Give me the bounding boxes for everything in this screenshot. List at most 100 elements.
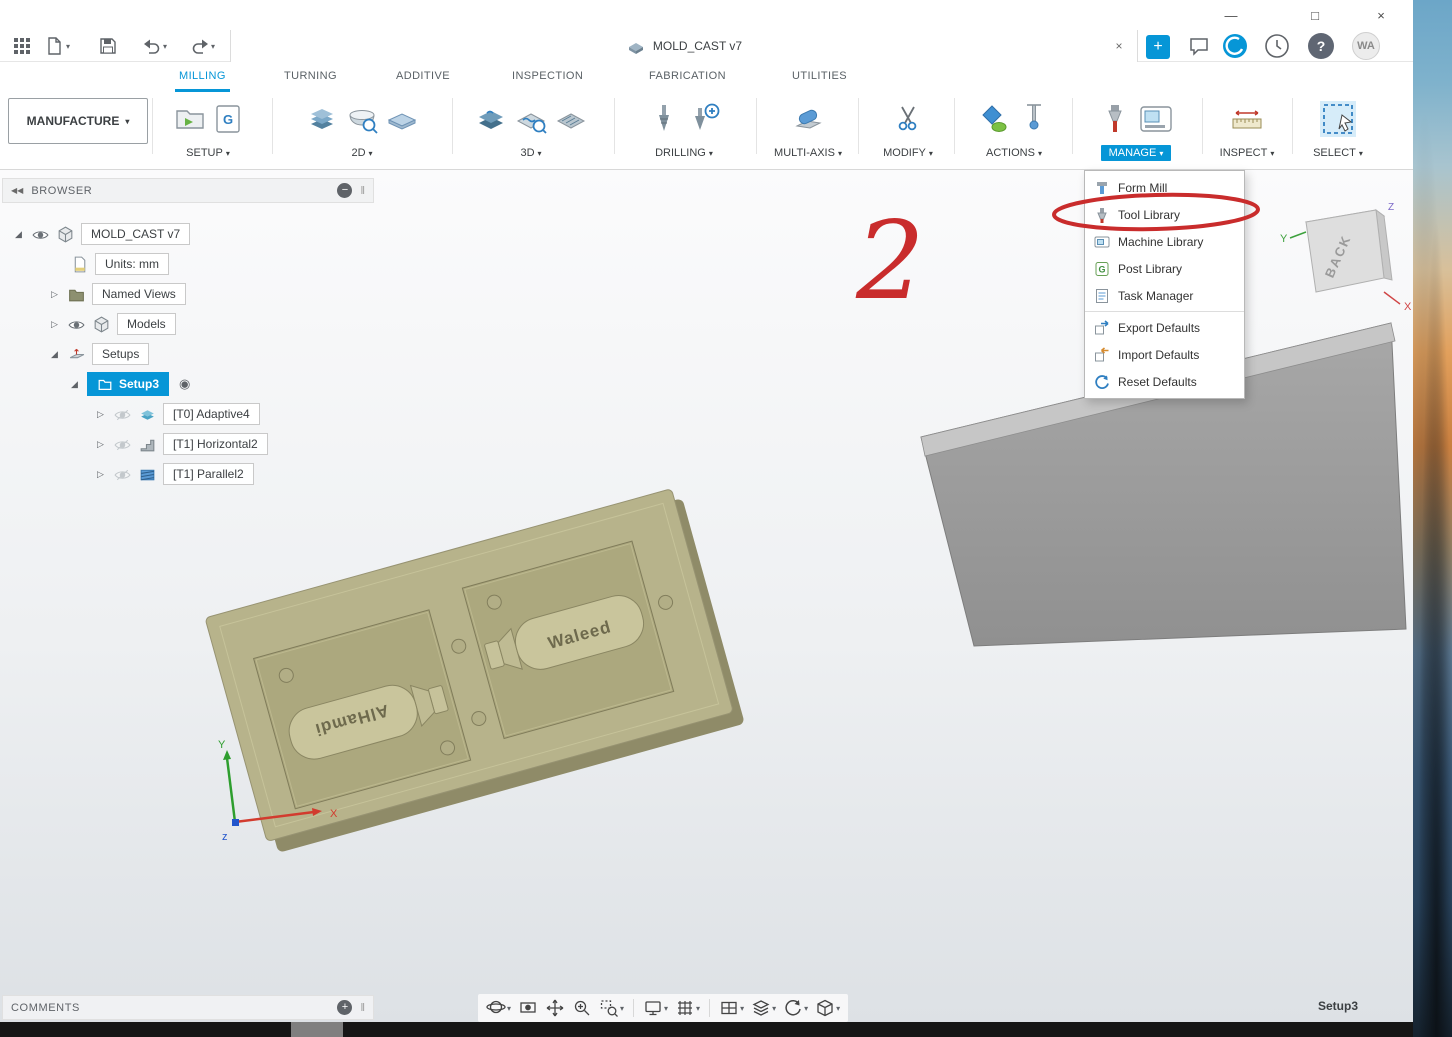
tree-item-root[interactable]: ◢ MOLD_CAST v7	[2, 219, 374, 249]
orbit-button[interactable]: ▾	[484, 997, 513, 1019]
document-tab-close-button[interactable]: ×	[1111, 38, 1127, 54]
group-label-drilling[interactable]: DRILLING ▾	[647, 145, 721, 161]
panel-drag-handle[interactable]: ‖	[360, 185, 365, 197]
drill-button[interactable]	[647, 102, 681, 136]
expander-icon[interactable]: ▷	[94, 409, 107, 420]
tab-fabrication[interactable]: FABRICATION	[645, 62, 730, 92]
tab-utilities[interactable]: UTILITIES	[788, 62, 851, 92]
tree-item-adaptive4[interactable]: ▷ [T0] Adaptive4	[2, 399, 374, 429]
measure-button[interactable]	[1230, 102, 1264, 136]
comments-button[interactable]	[1186, 33, 1212, 59]
tab-inspection[interactable]: INSPECTION	[508, 62, 587, 92]
mold-body[interactable]: Waleed AlHamdi	[205, 487, 745, 856]
file-menu-button[interactable]	[42, 34, 66, 58]
menu-item-task-manager[interactable]: Task Manager	[1085, 282, 1244, 309]
menu-item-machine-library[interactable]: Machine Library	[1085, 228, 1244, 255]
group-label-actions[interactable]: ACTIONS ▾	[978, 145, 1050, 161]
scallop-3d-button[interactable]	[554, 102, 588, 136]
zoom-button[interactable]	[570, 997, 594, 1019]
tree-item-setup3[interactable]: ◢ Setup3 ◉	[2, 369, 374, 399]
hidden-eye-icon[interactable]	[113, 465, 132, 484]
tab-additive[interactable]: ADDITIVE	[392, 62, 454, 92]
tree-item-parallel2[interactable]: ▷ [T1] Parallel2	[2, 459, 374, 489]
tool-library-button[interactable]	[1098, 102, 1132, 136]
adaptive-clearing-3d-button[interactable]	[474, 102, 508, 136]
menu-item-export-defaults[interactable]: Export Defaults	[1085, 314, 1244, 341]
viewports-button[interactable]: ▾	[717, 997, 746, 1019]
undo-button[interactable]	[140, 34, 164, 58]
zoom-window-button[interactable]: ▾	[597, 997, 626, 1019]
look-at-button[interactable]	[516, 997, 540, 1019]
workspace-selector[interactable]: MANUFACTURE ▾	[8, 98, 148, 144]
new-setup-button[interactable]	[173, 102, 207, 136]
undo-caret-icon[interactable]: ▾	[163, 42, 167, 51]
menu-item-import-defaults[interactable]: Import Defaults	[1085, 341, 1244, 368]
tree-item-horizontal2[interactable]: ▷ [T1] Horizontal2	[2, 429, 374, 459]
grid-display-button[interactable]: ▾	[673, 997, 702, 1019]
group-label-multi-axis[interactable]: MULTI-AXIS ▾	[766, 145, 850, 161]
menu-item-tool-library[interactable]: Tool Library	[1085, 201, 1244, 228]
swarf-button[interactable]	[791, 102, 825, 136]
display-settings-button[interactable]: ▾	[641, 997, 670, 1019]
comments-header[interactable]: COMMENTS + ‖	[2, 995, 374, 1020]
pocket-2d-button[interactable]	[345, 102, 379, 136]
group-label-inspect[interactable]: INSPECT ▾	[1212, 145, 1283, 161]
face-button[interactable]	[385, 102, 419, 136]
expander-icon[interactable]: ◢	[48, 349, 61, 360]
pan-button[interactable]	[543, 997, 567, 1019]
new-tab-button[interactable]: +	[1146, 35, 1170, 59]
menu-item-post-library[interactable]: G Post Library	[1085, 255, 1244, 282]
expander-icon[interactable]: ▷	[48, 289, 61, 300]
machine-library-button[interactable]	[1138, 102, 1174, 136]
group-label-2d[interactable]: 2D ▾	[343, 145, 380, 161]
expander-icon[interactable]: ◢	[68, 379, 81, 390]
layers-button[interactable]: ▾	[749, 997, 778, 1019]
minimize-panel-button[interactable]: −	[337, 183, 353, 198]
tree-item-models[interactable]: ▷ Models	[2, 309, 374, 339]
simulate-button[interactable]	[1017, 102, 1051, 136]
view-cube[interactable]: BACK Y X Z	[1278, 200, 1428, 320]
post-process-button[interactable]	[977, 102, 1011, 136]
panel-drag-handle[interactable]: ‖	[360, 1002, 365, 1014]
tree-item-units[interactable]: Units: mm	[2, 249, 374, 279]
browser-header[interactable]: ◀◀ BROWSER − ‖	[2, 178, 374, 203]
menu-item-form-mill[interactable]: Form Mill	[1085, 174, 1244, 201]
visual-style-button[interactable]: ▾	[813, 997, 842, 1019]
tree-item-setups[interactable]: ◢ Setups	[2, 339, 374, 369]
tab-turning[interactable]: TURNING	[280, 62, 341, 92]
history-button[interactable]	[1264, 33, 1290, 59]
hidden-eye-icon[interactable]	[113, 405, 132, 424]
bore-button[interactable]	[687, 102, 721, 136]
group-label-3d[interactable]: 3D ▾	[512, 145, 549, 161]
visibility-eye-icon[interactable]	[67, 315, 86, 334]
group-label-setup[interactable]: SETUP ▾	[178, 145, 238, 161]
tab-milling[interactable]: MILLING	[175, 62, 230, 92]
select-tool-button[interactable]	[1318, 99, 1358, 139]
group-label-modify[interactable]: MODIFY ▾	[875, 145, 941, 161]
expander-icon[interactable]: ▷	[48, 319, 61, 330]
redo-button[interactable]	[188, 34, 212, 58]
refresh-button[interactable]: ▾	[781, 997, 810, 1019]
group-label-select[interactable]: SELECT ▾	[1305, 145, 1371, 161]
app-launcher-button[interactable]	[10, 34, 34, 58]
close-button[interactable]: ×	[1358, 0, 1404, 30]
job-status-button[interactable]	[1222, 33, 1248, 59]
group-label-manage[interactable]: MANAGE ▾	[1100, 145, 1172, 161]
adaptive-clearing-2d-button[interactable]	[305, 102, 339, 136]
file-caret-icon[interactable]: ▾	[66, 42, 70, 51]
menu-item-reset-defaults[interactable]: Reset Defaults	[1085, 368, 1244, 395]
expander-icon[interactable]: ▷	[94, 469, 107, 480]
collapse-panel-icon[interactable]: ◀◀	[11, 186, 23, 195]
expander-icon[interactable]: ◢	[12, 229, 25, 240]
hidden-eye-icon[interactable]	[113, 435, 132, 454]
help-button[interactable]: ?	[1308, 33, 1334, 59]
avatar[interactable]: WA	[1352, 32, 1380, 60]
save-button[interactable]	[96, 34, 120, 58]
tree-item-named-views[interactable]: ▷ Named Views	[2, 279, 374, 309]
taskbar-item[interactable]	[291, 1022, 343, 1037]
add-comment-button[interactable]: +	[337, 1000, 353, 1015]
document-tab[interactable]: MOLD_CAST v7 ×	[230, 30, 1138, 62]
maximize-button[interactable]: □	[1292, 0, 1338, 30]
parallel-3d-button[interactable]	[514, 102, 548, 136]
active-setup-radio-icon[interactable]: ◉	[179, 376, 190, 392]
